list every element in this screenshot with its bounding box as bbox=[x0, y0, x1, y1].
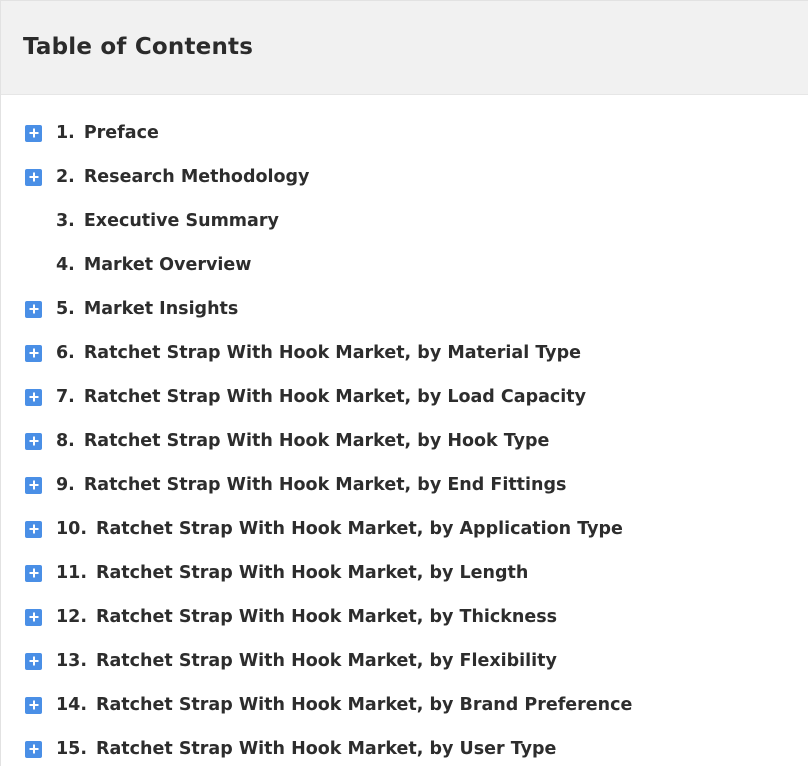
toc-item-label[interactable]: Ratchet Strap With Hook Market, by Hook … bbox=[84, 431, 550, 451]
toc-item-label[interactable]: Market Insights bbox=[84, 299, 239, 319]
toc-item-number: 11. bbox=[56, 563, 88, 583]
toc-header: Table of Contents bbox=[1, 1, 808, 95]
toc-item-label[interactable]: Ratchet Strap With Hook Market, by Appli… bbox=[96, 519, 623, 539]
plus-square-icon[interactable] bbox=[25, 696, 42, 714]
toc-item-label[interactable]: Ratchet Strap With Hook Market, by Flexi… bbox=[96, 651, 557, 671]
toc-list: 1. Preface 2. Research Methodology 3. Executi… bbox=[1, 111, 808, 771]
toc-item[interactable]: 13. Ratchet Strap With Hook Market, by Fl… bbox=[1, 639, 808, 683]
toc-item-number: 9. bbox=[56, 475, 75, 495]
toc-item[interactable]: 12. Ratchet Strap With Hook Market, by Th… bbox=[1, 595, 808, 639]
plus-square-icon[interactable] bbox=[25, 476, 42, 494]
toc-item[interactable]: 6. Ratchet Strap With Hook Market, by Mat… bbox=[1, 331, 808, 375]
toc-item-label[interactable]: Ratchet Strap With Hook Market, by Mater… bbox=[84, 343, 581, 363]
plus-square-icon[interactable] bbox=[25, 300, 42, 318]
toc-item-label[interactable]: Ratchet Strap With Hook Market, by Thick… bbox=[96, 607, 557, 627]
toc-item[interactable]: 11. Ratchet Strap With Hook Market, by Le… bbox=[1, 551, 808, 595]
plus-square-icon[interactable] bbox=[25, 124, 42, 142]
toc-item-label[interactable]: Market Overview bbox=[84, 255, 252, 275]
toc-item-number: 6. bbox=[56, 343, 75, 363]
icon-spacer bbox=[25, 213, 42, 230]
toc-item-number: 14. bbox=[56, 695, 88, 715]
plus-square-icon[interactable] bbox=[25, 740, 42, 758]
toc-item[interactable]: 5. Market Insights bbox=[1, 287, 808, 331]
toc-item-number: 1. bbox=[56, 123, 75, 143]
toc-item-label[interactable]: Ratchet Strap With Hook Market, by User … bbox=[96, 739, 556, 759]
plus-square-icon[interactable] bbox=[25, 432, 42, 450]
plus-square-icon[interactable] bbox=[25, 344, 42, 362]
toc-item-number: 12. bbox=[56, 607, 88, 627]
toc-item[interactable]: 1. Preface bbox=[1, 111, 808, 155]
plus-square-icon[interactable] bbox=[25, 652, 42, 670]
toc-item[interactable]: 3. Executive Summary bbox=[1, 199, 808, 243]
toc-item[interactable]: 15. Ratchet Strap With Hook Market, by Us… bbox=[1, 727, 808, 771]
plus-square-icon[interactable] bbox=[25, 168, 42, 186]
toc-item-number: 4. bbox=[56, 255, 75, 275]
toc-item[interactable]: 10. Ratchet Strap With Hook Market, by Ap… bbox=[1, 507, 808, 551]
toc-item-label[interactable]: Ratchet Strap With Hook Market, by End F… bbox=[84, 475, 567, 495]
toc-item-number: 13. bbox=[56, 651, 88, 671]
toc-item-number: 7. bbox=[56, 387, 75, 407]
icon-spacer bbox=[25, 257, 42, 274]
toc-item[interactable]: 9. Ratchet Strap With Hook Market, by End… bbox=[1, 463, 808, 507]
toc-item-label[interactable]: Executive Summary bbox=[84, 211, 279, 231]
toc-item[interactable]: 8. Ratchet Strap With Hook Market, by Hoo… bbox=[1, 419, 808, 463]
plus-square-icon[interactable] bbox=[25, 608, 42, 626]
toc-item-label[interactable]: Ratchet Strap With Hook Market, by Lengt… bbox=[96, 563, 528, 583]
toc-item-number: 2. bbox=[56, 167, 75, 187]
toc-item[interactable]: 14. Ratchet Strap With Hook Market, by Br… bbox=[1, 683, 808, 727]
toc-item-label[interactable]: Ratchet Strap With Hook Market, by Load … bbox=[84, 387, 586, 407]
toc-item-number: 8. bbox=[56, 431, 75, 451]
toc-item-label[interactable]: Research Methodology bbox=[84, 167, 310, 187]
toc-item-label[interactable]: Preface bbox=[84, 123, 159, 143]
toc-title: Table of Contents bbox=[23, 34, 254, 60]
table-of-contents-panel: Table of Contents 1. Preface 2. Research Me… bbox=[0, 0, 808, 766]
toc-item-number: 10. bbox=[56, 519, 88, 539]
plus-square-icon[interactable] bbox=[25, 564, 42, 582]
toc-item[interactable]: 4. Market Overview bbox=[1, 243, 808, 287]
toc-item[interactable]: 7. Ratchet Strap With Hook Market, by Loa… bbox=[1, 375, 808, 419]
plus-square-icon[interactable] bbox=[25, 520, 42, 538]
toc-item-number: 3. bbox=[56, 211, 75, 231]
toc-item-number: 15. bbox=[56, 739, 88, 759]
toc-item-number: 5. bbox=[56, 299, 75, 319]
toc-item[interactable]: 2. Research Methodology bbox=[1, 155, 808, 199]
toc-item-label[interactable]: Ratchet Strap With Hook Market, by Brand… bbox=[96, 695, 632, 715]
plus-square-icon[interactable] bbox=[25, 388, 42, 406]
